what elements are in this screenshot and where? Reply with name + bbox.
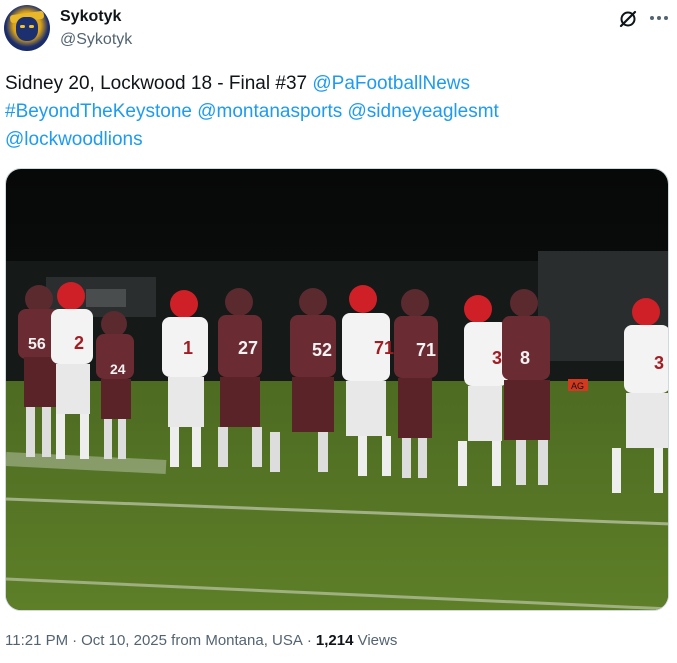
- svg-text:71: 71: [416, 340, 436, 360]
- football-photo: AG 56 2 24 1 27 52 71 71 3 8 3: [6, 169, 668, 610]
- user-avatar[interactable]: [4, 5, 50, 51]
- svg-text:3: 3: [654, 353, 664, 373]
- svg-text:27: 27: [238, 338, 258, 358]
- tweet-header: Sykotyk @Sykotyk: [0, 0, 677, 62]
- svg-text:1: 1: [183, 338, 193, 358]
- tweet-date[interactable]: Oct 10, 2025: [81, 632, 167, 649]
- svg-text:3: 3: [492, 348, 502, 368]
- author-display-name[interactable]: Sykotyk: [60, 8, 121, 26]
- more-icon[interactable]: [648, 8, 670, 28]
- views-label: Views: [357, 632, 398, 649]
- tweet-photo[interactable]: AG 56 2 24 1 27 52 71 71 3 8 3: [5, 168, 669, 611]
- views-count: 1,214: [315, 632, 354, 649]
- tweet-plain-text: Sidney 20, Lockwood 18 - Final #37: [5, 73, 313, 94]
- mention-pafootballnews[interactable]: @PaFootballNews: [312, 73, 470, 94]
- svg-text:56: 56: [28, 336, 46, 353]
- mention-montanasports[interactable]: @montanasports: [197, 101, 342, 122]
- svg-text:52: 52: [312, 340, 332, 360]
- svg-text:71: 71: [374, 338, 394, 358]
- hashtag-beyondthekeystone[interactable]: #BeyondTheKeystone: [5, 101, 192, 122]
- tweet-text: Sidney 20, Lockwood 18 - Final #37 @PaFo…: [5, 70, 665, 154]
- mention-sidneyeaglesmt[interactable]: @sidneyeaglesmt: [348, 101, 499, 122]
- tweet-location: from Montana, USA: [171, 632, 303, 649]
- avatar-eye: [20, 25, 25, 28]
- tweet-meta: 11:21 PM · Oct 10, 2025 from Montana, USA ·…: [5, 632, 397, 649]
- avatar-eye: [29, 25, 34, 28]
- grok-icon[interactable]: [618, 9, 638, 29]
- mention-lockwoodlions[interactable]: @lockwoodlions: [5, 129, 143, 150]
- author-handle[interactable]: @Sykotyk: [60, 31, 132, 49]
- tweet-time[interactable]: 11:21 PM: [5, 632, 68, 649]
- meta-separator: ·: [306, 632, 312, 649]
- svg-text:24: 24: [110, 361, 126, 377]
- meta-separator: ·: [72, 632, 78, 649]
- field-sign-text: AG: [571, 381, 584, 391]
- svg-text:2: 2: [74, 333, 84, 353]
- svg-text:8: 8: [520, 348, 530, 368]
- avatar-face: [16, 17, 38, 41]
